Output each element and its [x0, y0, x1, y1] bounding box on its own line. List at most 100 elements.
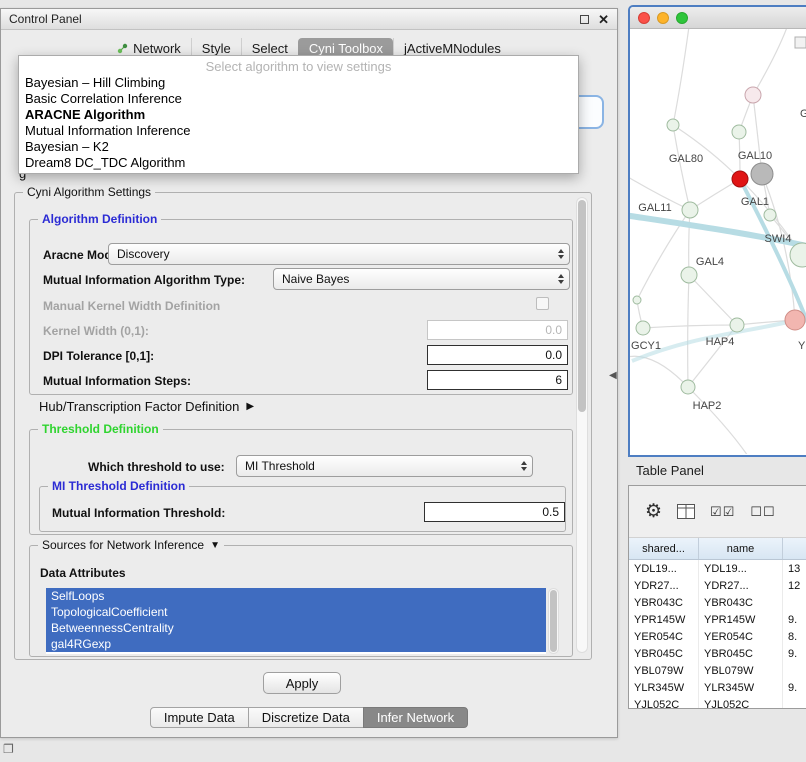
mi-steps-field[interactable]: 6	[427, 370, 568, 390]
network-node[interactable]	[732, 125, 746, 139]
cell: 13	[783, 560, 806, 577]
tab-discretize-data[interactable]: Discretize Data	[248, 707, 364, 728]
network-window-titlebar[interactable]	[630, 7, 806, 29]
table-row[interactable]: YER054C YER054C 8.	[629, 628, 806, 645]
node-label[interactable]: Y	[798, 340, 806, 352]
zoom-traffic-light-icon[interactable]	[676, 12, 688, 24]
select-all-icon[interactable]: ☑☑	[710, 504, 735, 520]
close-icon[interactable]: ✕	[598, 13, 609, 26]
table-row[interactable]: YDL19... YDL19... 13	[629, 560, 806, 577]
table-row[interactable]: YBL079W YBL079W	[629, 662, 806, 679]
menu-item-aracne[interactable]: ARACNE Algorithm	[19, 107, 578, 123]
which-threshold-select[interactable]: MI Threshold	[236, 455, 533, 477]
cyni-algorithm-settings-group: Cyni Algorithm Settings Algorithm Defini…	[14, 192, 592, 660]
cell: 9.	[783, 679, 806, 696]
network-icon	[117, 43, 128, 54]
network-node[interactable]	[681, 380, 695, 394]
bottom-tabs: Impute Data Discretize Data Infer Networ…	[1, 707, 617, 728]
menu-item-dream8[interactable]: Dream8 DC_TDC Algorithm	[19, 155, 578, 171]
table-row[interactable]: YLR345W YLR345W 9.	[629, 679, 806, 696]
apply-button[interactable]: Apply	[263, 672, 341, 694]
cell: YJL052C	[699, 696, 783, 709]
scrollbar-thumb[interactable]	[578, 200, 586, 412]
network-node[interactable]	[790, 243, 806, 267]
table-row[interactable]: YDR27... YDR27... 12	[629, 577, 806, 594]
node-label[interactable]: GAL80	[669, 153, 703, 165]
network-node[interactable]	[764, 209, 776, 221]
group-title-algorithm-definition: Algorithm Definition	[38, 212, 161, 226]
sources-section-toggle[interactable]: Sources for Network Inference ▼	[38, 538, 224, 552]
menu-placeholder: Select algorithm to view settings	[19, 58, 578, 75]
minimize-traffic-light-icon[interactable]	[657, 12, 669, 24]
list-item[interactable]: TopologicalCoefficient	[46, 604, 546, 620]
network-node[interactable]	[667, 119, 679, 131]
network-node-pink[interactable]	[785, 310, 805, 330]
network-node-selected-red[interactable]	[732, 171, 748, 187]
restore-window-icon[interactable]: ❐	[3, 742, 14, 756]
table-row[interactable]: YJL052C YJL052C	[629, 696, 806, 709]
dpi-tolerance-field[interactable]: 0.0	[427, 345, 568, 365]
tab-infer-network[interactable]: Infer Network	[363, 707, 468, 728]
column-header-name[interactable]: name	[699, 538, 783, 559]
node-label[interactable]: HAP4	[706, 336, 735, 348]
deselect-all-icon[interactable]: ☐☐	[750, 504, 775, 520]
node-label[interactable]: GAL1	[741, 196, 769, 208]
network-node[interactable]	[636, 321, 650, 335]
control-panel-window: Control Panel ✕ Network Style Select	[0, 8, 618, 738]
network-node[interactable]	[681, 267, 697, 283]
table-row[interactable]: YBR045C YBR045C 9.	[629, 645, 806, 662]
hub-section-toggle[interactable]: Hub/Transcription Factor Definition ▶	[39, 399, 254, 414]
gear-icon[interactable]: ⚙	[645, 500, 662, 523]
list-item[interactable]: gal4RGexp	[46, 636, 546, 652]
desktop: Control Panel ✕ Network Style Select	[0, 0, 806, 762]
cell: YER054C	[699, 628, 783, 645]
node-label[interactable]: GAL8	[800, 108, 806, 120]
columns-icon[interactable]	[677, 504, 695, 519]
table-panel-title: Table Panel	[636, 463, 704, 478]
cell: YBR043C	[699, 594, 783, 611]
menu-item-basic-correlation[interactable]: Basic Correlation Inference	[19, 91, 578, 107]
birdseye-toggle-icon[interactable]	[795, 37, 806, 48]
kernel-width-field[interactable]: 0.0	[427, 320, 568, 340]
aracne-mode-select[interactable]: Discovery	[108, 243, 570, 265]
menu-item-bayesian-k2[interactable]: Bayesian – K2	[19, 139, 578, 155]
network-node[interactable]	[745, 87, 761, 103]
splitter-collapse-icon[interactable]: ◀	[609, 370, 617, 381]
cell: YDR27...	[629, 577, 699, 594]
node-label[interactable]: GAL10	[738, 150, 772, 162]
node-label[interactable]: GAL11	[638, 202, 671, 214]
list-item[interactable]: SelfLoops	[46, 588, 546, 604]
node-label[interactable]: GAL4	[696, 256, 724, 268]
tab-impute-data[interactable]: Impute Data	[150, 707, 249, 728]
network-node[interactable]	[730, 318, 744, 332]
attribute-list-scrollbar[interactable]	[548, 588, 559, 654]
scrollbar-thumb[interactable]	[550, 590, 557, 652]
table-header: shared... name	[629, 538, 806, 560]
algorithm-definition-group: Algorithm Definition Aracne Mode: Discov…	[29, 219, 573, 395]
network-node[interactable]	[682, 202, 698, 218]
column-header-extra[interactable]	[783, 538, 806, 559]
list-item[interactable]: BetweennessCentrality	[46, 620, 546, 636]
settings-scrollbar[interactable]	[576, 197, 588, 653]
cell: YJL052C	[629, 696, 699, 709]
manual-kernel-checkbox[interactable]	[536, 297, 549, 310]
node-label[interactable]: HAP2	[693, 400, 722, 412]
network-canvas[interactable]: GAL80 GAL10 GAL11 GAL1 SWI4 GAL4 GCY1 HA…	[630, 29, 806, 454]
node-label[interactable]: GCY1	[631, 340, 661, 352]
mi-threshold-field[interactable]: 0.5	[424, 502, 565, 522]
close-traffic-light-icon[interactable]	[638, 12, 650, 24]
control-panel-titlebar[interactable]: Control Panel ✕	[1, 9, 617, 30]
column-header-shared-name[interactable]: shared...	[629, 538, 699, 559]
node-label[interactable]: SWI4	[765, 233, 792, 245]
mi-type-select[interactable]: Naive Bayes	[273, 268, 570, 290]
sources-group: Sources for Network Inference ▼ Data Att…	[29, 545, 573, 657]
window-title: Control Panel	[9, 12, 82, 26]
network-node-gray[interactable]	[751, 163, 773, 185]
network-node[interactable]	[633, 296, 641, 304]
maximize-icon[interactable]	[580, 15, 589, 24]
table-row[interactable]: YPR145W YPR145W 9.	[629, 611, 806, 628]
menu-item-mutual-information[interactable]: Mutual Information Inference	[19, 123, 578, 139]
table-row[interactable]: YBR043C YBR043C	[629, 594, 806, 611]
group-title-mi-threshold: MI Threshold Definition	[48, 479, 189, 493]
menu-item-bayesian-hill-climbing[interactable]: Bayesian – Hill Climbing	[19, 75, 578, 91]
